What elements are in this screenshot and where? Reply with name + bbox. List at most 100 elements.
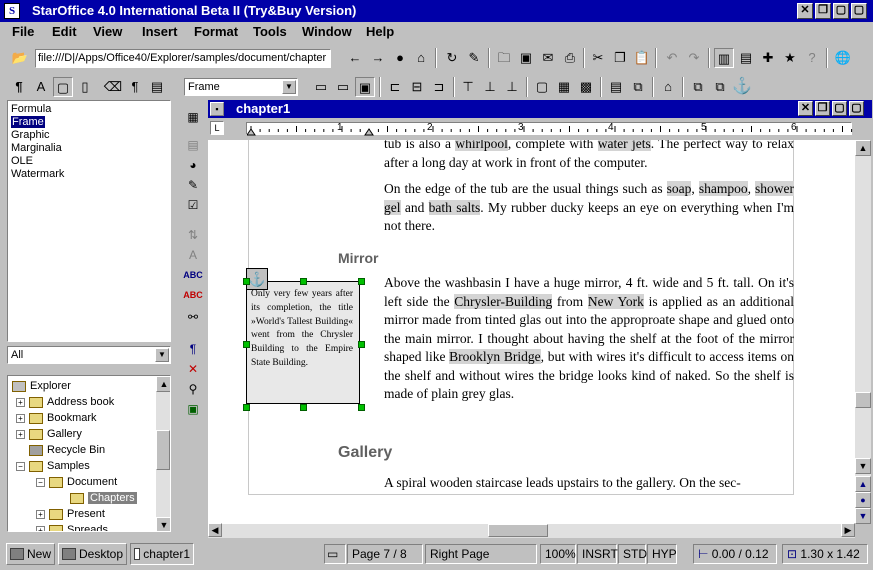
cut-icon[interactable]: ✂ (588, 48, 608, 68)
expand-icon[interactable]: + (16, 429, 25, 439)
menu-view[interactable]: View (93, 24, 122, 39)
scroll-thumb[interactable] (855, 392, 871, 408)
tree-item-gallery[interactable]: + Gallery (16, 428, 82, 440)
frame-macro-icon[interactable]: ⌂ (658, 77, 678, 97)
line-style-icon[interactable]: ▦ (554, 77, 574, 97)
reload-icon[interactable]: ↻ (442, 48, 462, 68)
save-icon[interactable]: ▣ (516, 48, 536, 68)
frame-styles-icon[interactable]: ▢ (53, 77, 73, 97)
tree-item-bookmark[interactable]: + Bookmark (16, 412, 97, 424)
tree-item-document[interactable]: − Document (36, 476, 117, 488)
resize-handle-bottom-left[interactable] (243, 404, 250, 411)
status-document-icon[interactable]: ▭ (324, 544, 346, 564)
status-hyperlink-mode[interactable]: HYP (647, 544, 677, 564)
paragraph-mirror[interactable]: Above the washbasin I have a huge mirror… (384, 274, 794, 404)
collapse-icon[interactable]: − (16, 461, 25, 471)
ruler-scale[interactable]: 1 2 3 4 5 6 (246, 122, 853, 136)
expand-icon[interactable]: + (36, 509, 45, 519)
line-color-icon[interactable]: ▩ (576, 77, 596, 97)
resize-handle-right[interactable] (358, 341, 365, 348)
tree-item-address-book[interactable]: + Address book (16, 396, 114, 408)
menu-tools[interactable]: Tools (253, 24, 287, 39)
status-page[interactable]: Page 7 / 8 (347, 544, 423, 564)
minimize-document-button[interactable]: ▢ (832, 101, 847, 116)
explorer-toggle-icon[interactable]: ▤ (736, 48, 756, 68)
style-filter-dropdown-button[interactable]: ▼ (155, 348, 169, 362)
anchor-icon[interactable]: ⚓ (732, 77, 752, 97)
update-style-icon[interactable]: ▤ (147, 77, 167, 97)
new-style-icon[interactable]: ¶ (125, 77, 145, 97)
menu-file[interactable]: File (12, 24, 34, 39)
left-indent-marker[interactable] (247, 128, 256, 136)
undo-icon[interactable]: ↶ (662, 48, 682, 68)
online-layout-icon[interactable]: ▣ (183, 400, 203, 418)
scroll-left-button[interactable]: ◀ (208, 523, 222, 537)
autocomplete-icon[interactable]: A (183, 246, 203, 264)
tree-item-samples[interactable]: − Samples (16, 460, 90, 472)
find-replace-icon[interactable]: ⚯ (183, 308, 203, 326)
open-folder-icon[interactable]: 📂 (10, 48, 30, 68)
close-document-button[interactable]: ✕ (798, 101, 813, 116)
field-soap[interactable]: soap (666, 181, 692, 196)
app-icon[interactable]: S (4, 3, 20, 19)
explorer-scrollbar[interactable]: ▲ ▼ (156, 376, 170, 531)
copy-icon[interactable]: ❐ (610, 48, 630, 68)
minimize-window-button[interactable]: ▢ (833, 3, 849, 19)
fill-format-icon[interactable]: ⌫ (103, 77, 123, 97)
form-functions-icon[interactable]: ☑ (183, 196, 203, 214)
scroll-up-button[interactable]: ▲ (855, 140, 871, 156)
desktop-task-button[interactable]: Desktop (58, 543, 128, 565)
edit-file-icon[interactable]: ✎ (464, 48, 484, 68)
expand-icon[interactable]: + (36, 525, 45, 531)
menu-help[interactable]: Help (366, 24, 394, 39)
previous-page-button[interactable]: ▲ (855, 476, 871, 492)
document-system-icon[interactable]: ▪ (210, 102, 224, 116)
print-icon[interactable]: ⎙ (560, 48, 580, 68)
resize-handle-top[interactable] (300, 278, 307, 285)
paragraph-tub-edge[interactable]: On the edge of the tub are the usual thi… (384, 180, 795, 236)
field-whirlpool[interactable]: whirlpool (455, 140, 508, 151)
style-item-graphic[interactable]: Graphic (11, 129, 50, 141)
right-indent-marker[interactable] (364, 128, 374, 136)
document-task-button[interactable]: chapter1 (130, 543, 194, 565)
insert-object-icon[interactable]: ◕ (183, 156, 203, 174)
expand-icon[interactable]: + (16, 397, 25, 407)
stylist-list[interactable]: Formula Frame Graphic Marginalia OLE Wat… (7, 100, 171, 342)
resize-handle-top-left[interactable] (243, 278, 250, 285)
character-styles-icon[interactable]: A (31, 77, 51, 97)
tab-type-icon[interactable]: L (210, 121, 224, 135)
style-filter-select[interactable]: All ▼ (7, 346, 171, 364)
field-shampoo[interactable]: shampoo (698, 181, 748, 196)
horizontal-ruler[interactable]: L 1 2 3 4 5 6 (208, 119, 872, 139)
tree-item-spreads[interactable]: + Spreads (36, 524, 108, 531)
autospellcheck-icon[interactable]: ABC (183, 286, 203, 304)
resize-handle-left[interactable] (243, 341, 250, 348)
menu-edit[interactable]: Edit (52, 24, 77, 39)
menu-window[interactable]: Window (302, 24, 352, 39)
new-task-button[interactable]: New (6, 543, 56, 565)
tree-item-chapters[interactable]: Chapters (70, 492, 137, 504)
align-right-icon[interactable]: ⊐ (429, 77, 449, 97)
document-horizontal-scrollbar[interactable]: ◀ ▶ (208, 523, 855, 538)
field-water-jets[interactable]: water jets (597, 140, 651, 151)
status-selection-mode[interactable]: STD (618, 544, 647, 564)
status-insert-mode[interactable]: INSRT (577, 544, 618, 564)
title-bar[interactable]: S StarOffice 4.0 International Beta II (… (0, 0, 873, 22)
restore-document-button[interactable]: ❐ (815, 101, 830, 116)
document-title-bar[interactable]: ▪ chapter1 ✕ ❐ ▢ ▢ (208, 100, 872, 118)
heading-gallery[interactable]: Gallery (338, 444, 392, 462)
page-styles-icon[interactable]: ▯ (75, 77, 95, 97)
globe-icon[interactable]: 🌐 (833, 48, 853, 68)
tree-item-recycle-bin[interactable]: Recycle Bin (29, 444, 105, 456)
send-to-back-icon[interactable]: ⧉ (710, 77, 730, 97)
gallery-icon[interactable]: ★ (780, 48, 800, 68)
style-item-formula[interactable]: Formula (11, 103, 51, 115)
explorer-tree[interactable]: Explorer + Address book + Bookmark + Gal… (7, 375, 171, 532)
paste-icon[interactable]: 📋 (632, 48, 652, 68)
paragraph-whirlpool[interactable]: tub is also a whirlpool, complete with w… (384, 140, 794, 172)
text-direction-icon[interactable]: ⇅ (183, 226, 203, 244)
graphics-off-icon[interactable]: ✕ (183, 360, 203, 378)
tree-item-present[interactable]: + Present (36, 508, 105, 520)
style-item-ole[interactable]: OLE (11, 155, 33, 167)
help-agent-icon[interactable]: ? (802, 48, 822, 68)
